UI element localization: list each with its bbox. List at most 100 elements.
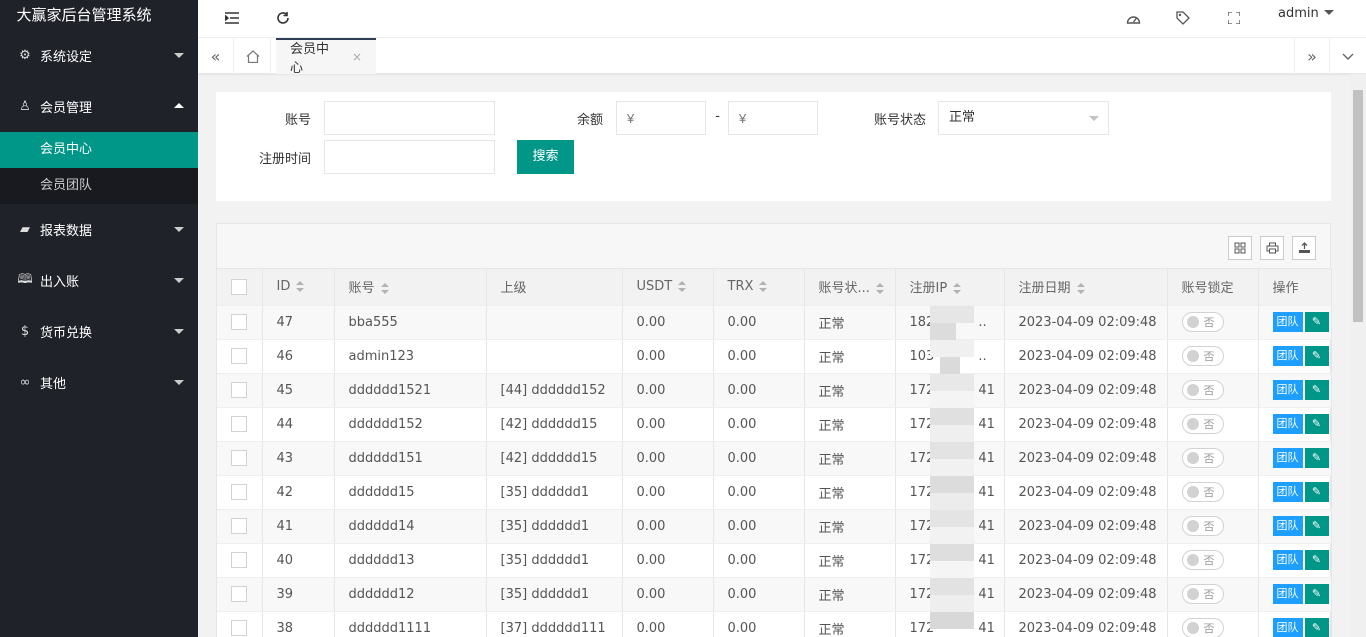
edit-icon[interactable]: ✎ bbox=[1304, 618, 1329, 637]
row-checkbox[interactable] bbox=[231, 552, 247, 568]
row-checkbox[interactable] bbox=[231, 586, 247, 602]
search-button[interactable]: 搜索 bbox=[517, 140, 574, 174]
tag-icon[interactable] bbox=[1171, 6, 1195, 30]
tab-member-center[interactable]: 会员中心 × bbox=[276, 38, 376, 76]
balance-max-input[interactable] bbox=[728, 101, 818, 135]
regtime-input[interactable] bbox=[324, 140, 495, 174]
theme-icon[interactable] bbox=[1121, 6, 1145, 30]
cell-id: 41 bbox=[262, 509, 335, 544]
menu-fold-icon[interactable] bbox=[215, 0, 249, 36]
toggle-knob bbox=[1186, 520, 1199, 532]
sidebar-subitem-member-center[interactable]: 会员中心 bbox=[0, 132, 198, 168]
sidebar-item-currency-exchange[interactable]: $ 货币兑换 bbox=[0, 306, 198, 357]
edit-icon[interactable]: ✎ bbox=[1304, 380, 1329, 400]
col-reg-date[interactable]: 注册日期 bbox=[1004, 269, 1168, 306]
lock-toggle[interactable]: 否 bbox=[1181, 312, 1224, 332]
sort-icon[interactable] bbox=[1076, 283, 1085, 295]
fullscreen-icon[interactable] bbox=[1222, 6, 1246, 30]
sort-icon[interactable] bbox=[678, 281, 687, 293]
lock-toggle[interactable]: 否 bbox=[1181, 618, 1224, 637]
team-button[interactable]: 团队 bbox=[1272, 618, 1303, 637]
export-icon[interactable] bbox=[1292, 236, 1316, 260]
user-menu[interactable]: admin bbox=[1278, 6, 1334, 21]
row-checkbox[interactable] bbox=[231, 518, 247, 534]
team-button[interactable]: 团队 bbox=[1272, 550, 1303, 570]
lock-toggle[interactable]: 否 bbox=[1181, 482, 1224, 502]
sidebar-item-others[interactable]: ∞ 其他 bbox=[0, 357, 198, 408]
team-button[interactable]: 团队 bbox=[1272, 448, 1303, 468]
col-reg-ip[interactable]: 注册IP bbox=[895, 269, 1005, 306]
lock-toggle[interactable]: 否 bbox=[1181, 380, 1224, 400]
cell-reg-date: 2023-04-09 02:09:48 bbox=[1004, 543, 1168, 578]
edit-icon[interactable]: ✎ bbox=[1304, 482, 1329, 502]
sidebar-item-in-out-account[interactable]: 🕮 出入账 bbox=[0, 255, 198, 306]
col-usdt[interactable]: USDT bbox=[622, 269, 714, 306]
tabs-scroll-left-icon[interactable]: « bbox=[198, 38, 234, 74]
row-checkbox[interactable] bbox=[231, 450, 247, 466]
cell-status: 正常 bbox=[804, 373, 896, 408]
edit-icon[interactable]: ✎ bbox=[1304, 312, 1329, 332]
columns-filter-icon[interactable] bbox=[1228, 236, 1252, 260]
search-panel: 账号 余额 - 账号状态 正常 注册时间 搜索 bbox=[216, 92, 1331, 201]
sidebar-item-label: 报表数据 bbox=[40, 224, 93, 239]
row-checkbox[interactable] bbox=[231, 348, 247, 364]
cell-parent: [35] dddddd1 bbox=[486, 509, 623, 544]
row-checkbox[interactable] bbox=[231, 620, 247, 636]
col-status[interactable]: 账号状... bbox=[804, 269, 896, 306]
lock-toggle[interactable]: 否 bbox=[1181, 584, 1224, 604]
toggle-label: 否 bbox=[1203, 486, 1215, 499]
team-button[interactable]: 团队 bbox=[1272, 584, 1303, 604]
tabs-scroll-right-icon[interactable]: » bbox=[1294, 38, 1330, 74]
lock-toggle[interactable]: 否 bbox=[1181, 550, 1224, 570]
row-checkbox[interactable] bbox=[231, 382, 247, 398]
cell-parent: [35] dddddd1 bbox=[486, 577, 623, 612]
sort-icon[interactable] bbox=[875, 283, 884, 295]
tabs-menu-chevron-icon[interactable] bbox=[1330, 38, 1366, 74]
team-button[interactable]: 团队 bbox=[1272, 516, 1303, 536]
edit-icon[interactable]: ✎ bbox=[1304, 414, 1329, 434]
page-scrollbar[interactable] bbox=[1350, 74, 1366, 637]
sidebar-item-report-data[interactable]: ▰ 报表数据 bbox=[0, 204, 198, 255]
refresh-icon[interactable] bbox=[266, 0, 300, 36]
sort-icon[interactable] bbox=[953, 283, 962, 295]
col-ops: 操作 bbox=[1258, 269, 1332, 306]
lock-toggle[interactable]: 否 bbox=[1181, 448, 1224, 468]
sort-icon[interactable] bbox=[759, 281, 768, 293]
edit-icon[interactable]: ✎ bbox=[1304, 550, 1329, 570]
sidebar-subitem-member-team[interactable]: 会员团队 bbox=[0, 168, 198, 204]
cell-lock: 否 bbox=[1167, 475, 1259, 510]
team-button[interactable]: 团队 bbox=[1272, 380, 1303, 400]
sidebar-item-member-management[interactable]: ♙ 会员管理 bbox=[0, 81, 198, 132]
col-account[interactable]: 账号 bbox=[334, 269, 487, 306]
close-icon[interactable]: × bbox=[352, 50, 362, 64]
team-button[interactable]: 团队 bbox=[1272, 312, 1303, 332]
row-checkbox[interactable] bbox=[231, 314, 247, 330]
lock-toggle[interactable]: 否 bbox=[1181, 516, 1224, 536]
row-checkbox[interactable] bbox=[231, 484, 247, 500]
team-button[interactable]: 团队 bbox=[1272, 482, 1303, 502]
status-select[interactable]: 正常 bbox=[938, 101, 1109, 135]
cell-reg-date: 2023-04-09 02:09:48 bbox=[1004, 373, 1168, 408]
edit-icon[interactable]: ✎ bbox=[1304, 584, 1329, 604]
edit-icon[interactable]: ✎ bbox=[1304, 516, 1329, 536]
sort-icon[interactable] bbox=[380, 283, 389, 295]
col-trx[interactable]: TRX bbox=[713, 269, 805, 306]
team-button[interactable]: 团队 bbox=[1272, 414, 1303, 434]
team-button[interactable]: 团队 bbox=[1272, 346, 1303, 366]
home-icon[interactable] bbox=[235, 38, 271, 74]
sort-icon[interactable] bbox=[296, 281, 305, 293]
lock-toggle[interactable]: 否 bbox=[1181, 414, 1224, 434]
col-id[interactable]: ID bbox=[262, 269, 335, 306]
sidebar-item-system-settings[interactable]: ⚙ 系统设定 bbox=[0, 30, 198, 81]
row-checkbox[interactable] bbox=[231, 416, 247, 432]
lock-toggle[interactable]: 否 bbox=[1181, 346, 1224, 366]
print-icon[interactable] bbox=[1260, 236, 1284, 260]
toggle-knob bbox=[1186, 384, 1199, 396]
edit-icon[interactable]: ✎ bbox=[1304, 448, 1329, 468]
cell-parent: [42] dddddd15 bbox=[486, 407, 623, 442]
balance-min-input[interactable] bbox=[616, 101, 706, 135]
scrollbar-thumb[interactable] bbox=[1353, 90, 1363, 322]
account-input[interactable] bbox=[324, 101, 495, 135]
select-all-checkbox[interactable] bbox=[231, 278, 247, 295]
edit-icon[interactable]: ✎ bbox=[1304, 346, 1329, 366]
